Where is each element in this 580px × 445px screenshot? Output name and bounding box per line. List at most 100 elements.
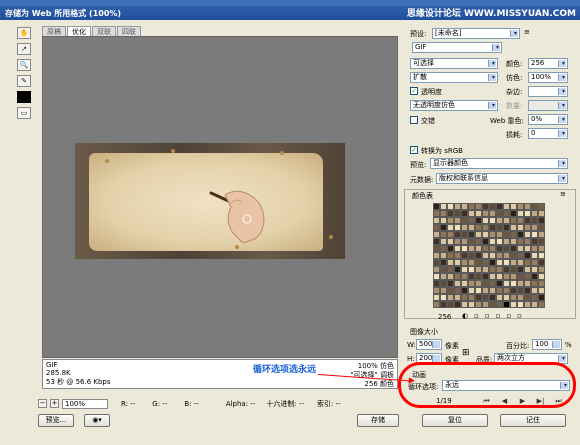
color-swatch[interactable] <box>440 273 447 280</box>
color-swatch[interactable] <box>447 259 454 266</box>
tab-4up[interactable]: 四联 <box>117 26 141 36</box>
color-swatch[interactable] <box>482 252 489 259</box>
preset-select[interactable]: [未命名] ▾ <box>432 28 520 39</box>
color-swatch[interactable] <box>468 266 475 273</box>
color-swatch[interactable] <box>538 252 545 259</box>
color-swatch[interactable] <box>510 238 517 245</box>
color-swatch[interactable] <box>447 224 454 231</box>
color-swatch[interactable] <box>510 203 517 210</box>
color-swatch[interactable] <box>461 266 468 273</box>
slice-select-icon[interactable]: ↗ <box>17 43 31 55</box>
color-swatch[interactable] <box>489 245 496 252</box>
color-swatch[interactable] <box>531 203 538 210</box>
color-swatch[interactable] <box>517 238 524 245</box>
color-swatch[interactable] <box>440 301 447 308</box>
color-swatch[interactable] <box>531 245 538 252</box>
colors-select[interactable]: 256 ▾ <box>528 58 568 69</box>
eyedropper-color-swatch[interactable] <box>17 91 31 103</box>
color-swatch[interactable] <box>468 252 475 259</box>
color-swatch[interactable] <box>538 224 545 231</box>
color-swatch[interactable] <box>510 210 517 217</box>
color-swatch[interactable] <box>510 287 517 294</box>
color-swatch[interactable] <box>524 217 531 224</box>
color-swatch[interactable] <box>531 238 538 245</box>
color-swatch[interactable] <box>454 231 461 238</box>
color-swatch[interactable] <box>440 280 447 287</box>
color-swatch[interactable] <box>433 273 440 280</box>
color-swatch[interactable] <box>468 231 475 238</box>
percent-input[interactable]: 100 <box>532 339 562 350</box>
color-swatch[interactable] <box>447 210 454 217</box>
transparency-checkbox[interactable]: ✓ <box>410 87 418 95</box>
color-swatch[interactable] <box>482 287 489 294</box>
color-swatch[interactable] <box>538 210 545 217</box>
color-swatch[interactable] <box>496 266 503 273</box>
color-swatch[interactable] <box>440 203 447 210</box>
color-swatch[interactable] <box>468 210 475 217</box>
color-swatch[interactable] <box>447 245 454 252</box>
color-swatch[interactable] <box>454 238 461 245</box>
color-swatch[interactable] <box>454 217 461 224</box>
color-swatch[interactable] <box>475 287 482 294</box>
color-swatch[interactable] <box>475 210 482 217</box>
color-swatch[interactable] <box>517 252 524 259</box>
color-swatch[interactable] <box>503 245 510 252</box>
color-swatch[interactable] <box>496 280 503 287</box>
color-swatch[interactable] <box>447 266 454 273</box>
color-swatch[interactable] <box>517 210 524 217</box>
amount-select[interactable]: ▾ <box>528 100 568 111</box>
transparency-dither-select[interactable]: 无透明度仿色 ▾ <box>410 100 498 111</box>
color-swatch[interactable] <box>447 273 454 280</box>
color-swatch[interactable] <box>482 280 489 287</box>
color-swatch[interactable] <box>489 231 496 238</box>
color-swatch[interactable] <box>433 231 440 238</box>
color-swatch[interactable] <box>538 273 545 280</box>
color-swatch[interactable] <box>538 203 545 210</box>
save-button[interactable]: 存储 <box>357 414 399 427</box>
color-swatch[interactable] <box>531 266 538 273</box>
color-swatch[interactable] <box>461 217 468 224</box>
color-swatch[interactable] <box>538 245 545 252</box>
color-swatch[interactable] <box>524 203 531 210</box>
optimize-menu-icon[interactable]: ≡ <box>524 28 530 36</box>
color-swatch[interactable] <box>433 280 440 287</box>
color-swatch[interactable] <box>475 252 482 259</box>
color-swatch[interactable] <box>440 238 447 245</box>
color-swatch[interactable] <box>482 273 489 280</box>
color-swatch[interactable] <box>433 203 440 210</box>
color-swatch[interactable] <box>503 273 510 280</box>
color-swatch[interactable] <box>482 238 489 245</box>
color-swatch[interactable] <box>447 238 454 245</box>
format-select[interactable]: GIF ▾ <box>412 42 502 53</box>
color-swatch[interactable] <box>475 280 482 287</box>
color-swatch[interactable] <box>482 301 489 308</box>
color-table-menu-icon[interactable]: ≡ <box>560 190 566 198</box>
color-swatch[interactable] <box>496 301 503 308</box>
color-swatch[interactable] <box>440 259 447 266</box>
color-swatch[interactable] <box>496 224 503 231</box>
color-swatch[interactable] <box>503 294 510 301</box>
color-swatch[interactable] <box>447 294 454 301</box>
color-swatch[interactable] <box>496 287 503 294</box>
color-swatch[interactable] <box>468 273 475 280</box>
color-swatch[interactable] <box>461 210 468 217</box>
preview-mode-select[interactable]: 显示器颜色 ▾ <box>430 158 568 169</box>
lossy-select[interactable]: 0 ▾ <box>528 128 568 139</box>
color-swatch[interactable] <box>517 217 524 224</box>
color-swatch[interactable] <box>475 294 482 301</box>
color-swatch[interactable] <box>524 252 531 259</box>
color-swatch[interactable] <box>475 245 482 252</box>
color-swatch[interactable] <box>524 294 531 301</box>
color-swatch[interactable] <box>475 273 482 280</box>
color-swatch[interactable] <box>496 294 503 301</box>
color-swatch[interactable] <box>468 224 475 231</box>
color-table-grid[interactable] <box>433 203 545 311</box>
color-swatch[interactable] <box>482 259 489 266</box>
color-swatch[interactable] <box>433 259 440 266</box>
color-swatch[interactable] <box>482 203 489 210</box>
zoom-select[interactable]: 100% <box>62 398 108 409</box>
color-swatch[interactable] <box>510 294 517 301</box>
color-swatch[interactable] <box>447 217 454 224</box>
color-swatch[interactable] <box>489 203 496 210</box>
metadata-select[interactable]: 版权和联系信息 ▾ <box>436 173 568 184</box>
